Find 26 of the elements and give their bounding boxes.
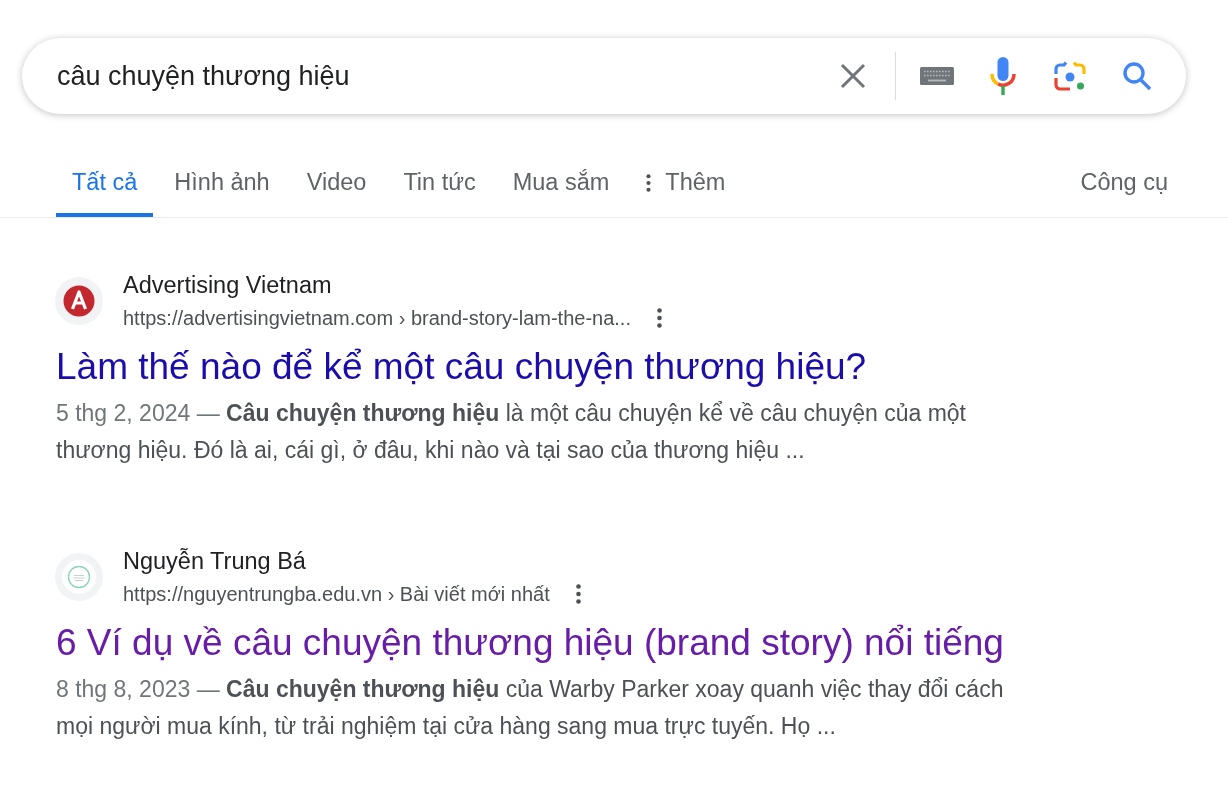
camera-icon [1054,60,1086,92]
microphone-icon [990,57,1016,95]
tab[interactable]: Mua sắm [496,148,626,217]
tab[interactable]: Hình ảnh [158,148,286,217]
result-title-link[interactable]: Làm thế nào để kể một câu chuyện thương hiệu? [56,345,867,389]
tab[interactable]: Thêm [630,148,742,217]
tools-button[interactable]: Công cụ [1064,148,1184,217]
more-vertical-icon [576,584,582,604]
site-name: Nguyễn Trung Bá [123,547,306,575]
result-snippet: 5 thg 2, 2024 — Câu chuyện thương hiệu là một câu chuyện kể về câu chuyện của một thương hiệu. Đó là ai, cái gì, ở đâu, khi nào và tại sao của thương hiệu ... [56,399,967,465]
more-vertical-icon [657,308,663,328]
tab[interactable]: Video [290,148,383,217]
result-snippet: 8 thg 8, 2023 — Câu chuyện thương hiệu của Warby Parker xoay quanh việc thay đổi cách mọi người mua kính, từ trải nghiệm tại cửa hàng sang mua trực tuyến. Họ ... [56,675,1005,741]
tab[interactable]: Tin tức [387,148,492,217]
search-icon [1122,61,1152,91]
result-title-link[interactable]: 6 Ví dụ về câu chuyện thương hiệu (brand story) nổi tiếng [56,621,1004,665]
result-url: https://nguyentrungba.edu.vn › Bài viết mới nhất [123,582,550,607]
tab[interactable]: Tất cả [56,148,154,217]
more-vertical-icon [646,173,652,192]
site-name: Advertising Vietnam [123,271,332,299]
keyboard-icon [920,67,954,85]
result-url: https://advertisingvietnam.com › brand-story-lam-the-na... [123,306,631,331]
ring-logo-icon [55,553,103,601]
letter-logo-icon [55,277,103,325]
close-icon [840,63,866,89]
search-field[interactable]: câu chuyện thương hiệu [57,54,829,98]
